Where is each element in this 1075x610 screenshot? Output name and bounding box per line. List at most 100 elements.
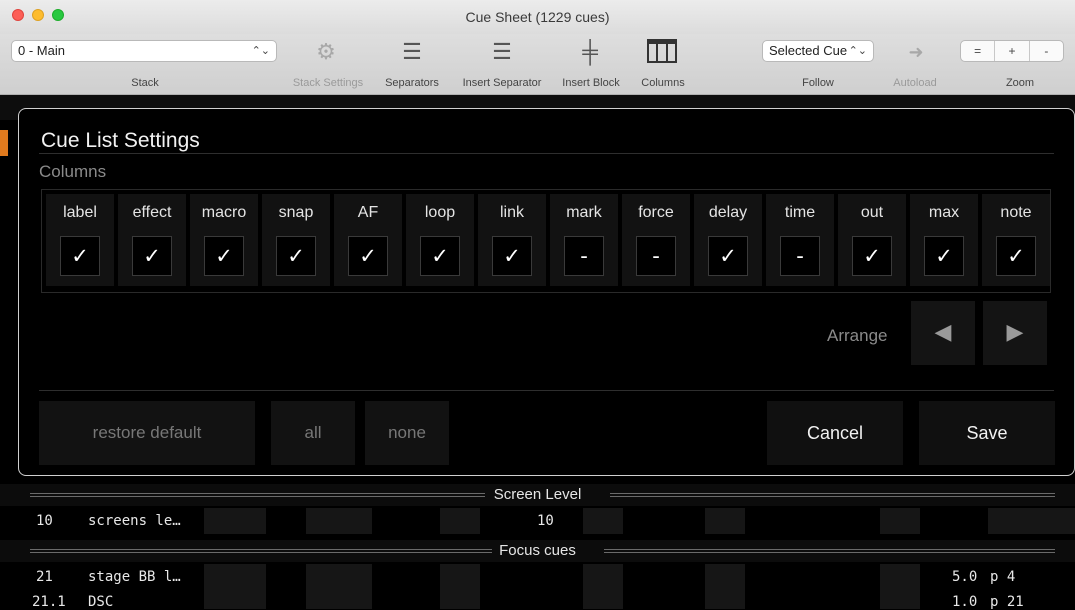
column-name: effect <box>132 204 172 221</box>
gear-icon[interactable]: ⚙ <box>308 40 344 64</box>
insert-separator-icon[interactable]: ☰ <box>484 40 520 64</box>
title-bar: Cue Sheet (1229 cues) <box>0 0 1075 34</box>
columns-button[interactable]: Columns <box>630 77 696 89</box>
column-toggle: macro ✓ <box>190 194 258 286</box>
cue-cell <box>306 590 372 609</box>
column-checkbox[interactable]: ✓ <box>132 236 172 276</box>
cue-row[interactable]: 21 stage BB l… 5.0 p 4 <box>0 564 1075 590</box>
cue-cell <box>306 508 372 534</box>
cue-cell <box>583 590 623 609</box>
autoload-button[interactable]: Autoload <box>880 77 950 89</box>
cue-cell <box>880 564 920 590</box>
restore-default-button[interactable]: restore default <box>39 401 255 465</box>
cue-level: 10 <box>537 513 554 529</box>
stack-select[interactable]: 0 - Main ⌃⌄ <box>11 40 277 62</box>
column-toggle: note ✓ <box>982 194 1050 286</box>
follow-select[interactable]: Selected Cue ⌃⌄ <box>762 40 874 62</box>
column-name: mark <box>566 204 602 221</box>
select-arrows-icon: ⌃⌄ <box>848 45 867 57</box>
separators-button[interactable]: Separators <box>374 77 450 89</box>
cue-time: 1.0 <box>952 594 978 610</box>
column-toggle: effect ✓ <box>118 194 186 286</box>
column-name: label <box>63 204 97 221</box>
cue-note: p 4 <box>990 569 1016 585</box>
cue-number: 21 <box>36 569 53 585</box>
cue-cell <box>306 564 372 590</box>
column-checkbox[interactable]: ✓ <box>996 236 1036 276</box>
cue-cell <box>204 508 266 534</box>
separators-icon[interactable]: ☰ <box>394 40 430 64</box>
zoom-out-button[interactable]: - <box>1030 41 1063 61</box>
column-toggle: label ✓ <box>46 194 114 286</box>
column-name: out <box>860 204 884 221</box>
select-all-button[interactable]: all <box>271 401 355 465</box>
separator-title: Screen Level <box>493 486 582 503</box>
arrange-label: Arrange <box>827 326 888 345</box>
separator-row[interactable]: Focus cues <box>0 540 1075 562</box>
save-button[interactable]: Save <box>919 401 1055 465</box>
zoom-in-button[interactable]: + <box>995 41 1030 61</box>
column-name: force <box>638 204 674 221</box>
cue-time: 5.0 <box>952 569 978 585</box>
cue-row[interactable]: 10 screens le… 10 <box>0 508 1075 534</box>
arrange-left-button[interactable]: ◀ <box>911 301 975 365</box>
columns-grid: label ✓ effect ✓ macro ✓ snap ✓ AF ✓ loop ✓ li… <box>41 189 1051 293</box>
column-name: time <box>784 204 816 221</box>
column-toggle: AF ✓ <box>334 194 402 286</box>
column-checkbox[interactable]: - <box>780 236 820 276</box>
column-toggle: time - <box>766 194 834 286</box>
column-toggle: max ✓ <box>910 194 978 286</box>
column-toggle: out ✓ <box>838 194 906 286</box>
insert-block-button[interactable]: Insert Block <box>554 77 628 89</box>
column-checkbox[interactable]: ✓ <box>708 236 748 276</box>
cue-cell <box>880 590 920 609</box>
cue-cell <box>440 564 480 590</box>
column-checkbox[interactable]: - <box>636 236 676 276</box>
column-checkbox[interactable]: - <box>564 236 604 276</box>
select-none-button[interactable]: none <box>365 401 449 465</box>
column-toggle: snap ✓ <box>262 194 330 286</box>
zoom-reset-button[interactable]: = <box>961 41 996 61</box>
cue-cell <box>705 508 745 534</box>
cue-cell <box>988 508 1075 534</box>
column-name: max <box>928 204 960 221</box>
zoom-control: = + - <box>960 40 1064 62</box>
columns-section-label: Columns <box>39 162 107 181</box>
select-arrows-icon: ⌃⌄ <box>251 45 270 57</box>
column-checkbox[interactable]: ✓ <box>852 236 892 276</box>
column-checkbox[interactable]: ✓ <box>60 236 100 276</box>
insert-block-icon[interactable]: ╪ <box>572 40 608 64</box>
cue-cell <box>440 590 480 609</box>
cue-row[interactable]: 21.1 DSC 1.0 p 21 <box>0 590 1075 610</box>
column-checkbox[interactable]: ✓ <box>492 236 532 276</box>
column-checkbox[interactable]: ✓ <box>924 236 964 276</box>
cue-cell <box>440 508 480 534</box>
column-checkbox[interactable]: ✓ <box>348 236 388 276</box>
columns-icon-svg <box>647 39 677 63</box>
stack-settings-button[interactable]: Stack Settings <box>282 77 374 89</box>
cue-cell <box>705 564 745 590</box>
column-name: delay <box>708 204 748 221</box>
columns-icon[interactable] <box>644 39 680 68</box>
autoload-icon[interactable]: ➜ <box>898 40 934 64</box>
cue-cell <box>880 508 920 534</box>
cue-number: 10 <box>36 513 53 529</box>
column-checkbox[interactable]: ✓ <box>204 236 244 276</box>
cue-number: 21.1 <box>32 594 66 610</box>
column-toggle: delay ✓ <box>694 194 762 286</box>
divider <box>39 153 1054 154</box>
dialog-title: Cue List Settings <box>41 129 200 152</box>
follow-label: Follow <box>802 77 834 89</box>
column-name: loop <box>424 204 456 221</box>
column-checkbox[interactable]: ✓ <box>276 236 316 276</box>
stack-label: Stack <box>131 77 159 89</box>
column-toggle: force - <box>622 194 690 286</box>
cue-cell <box>204 590 266 609</box>
cancel-button[interactable]: Cancel <box>767 401 903 465</box>
insert-separator-button[interactable]: Insert Separator <box>450 77 554 89</box>
arrange-right-button[interactable]: ▶ <box>983 301 1047 365</box>
column-toggle: loop ✓ <box>406 194 474 286</box>
column-checkbox[interactable]: ✓ <box>420 236 460 276</box>
separator-row[interactable]: Screen Level <box>0 484 1075 506</box>
toolbar: 0 - Main ⌃⌄ Stack ⚙ Stack Settings ☰ Sep… <box>0 34 1075 95</box>
